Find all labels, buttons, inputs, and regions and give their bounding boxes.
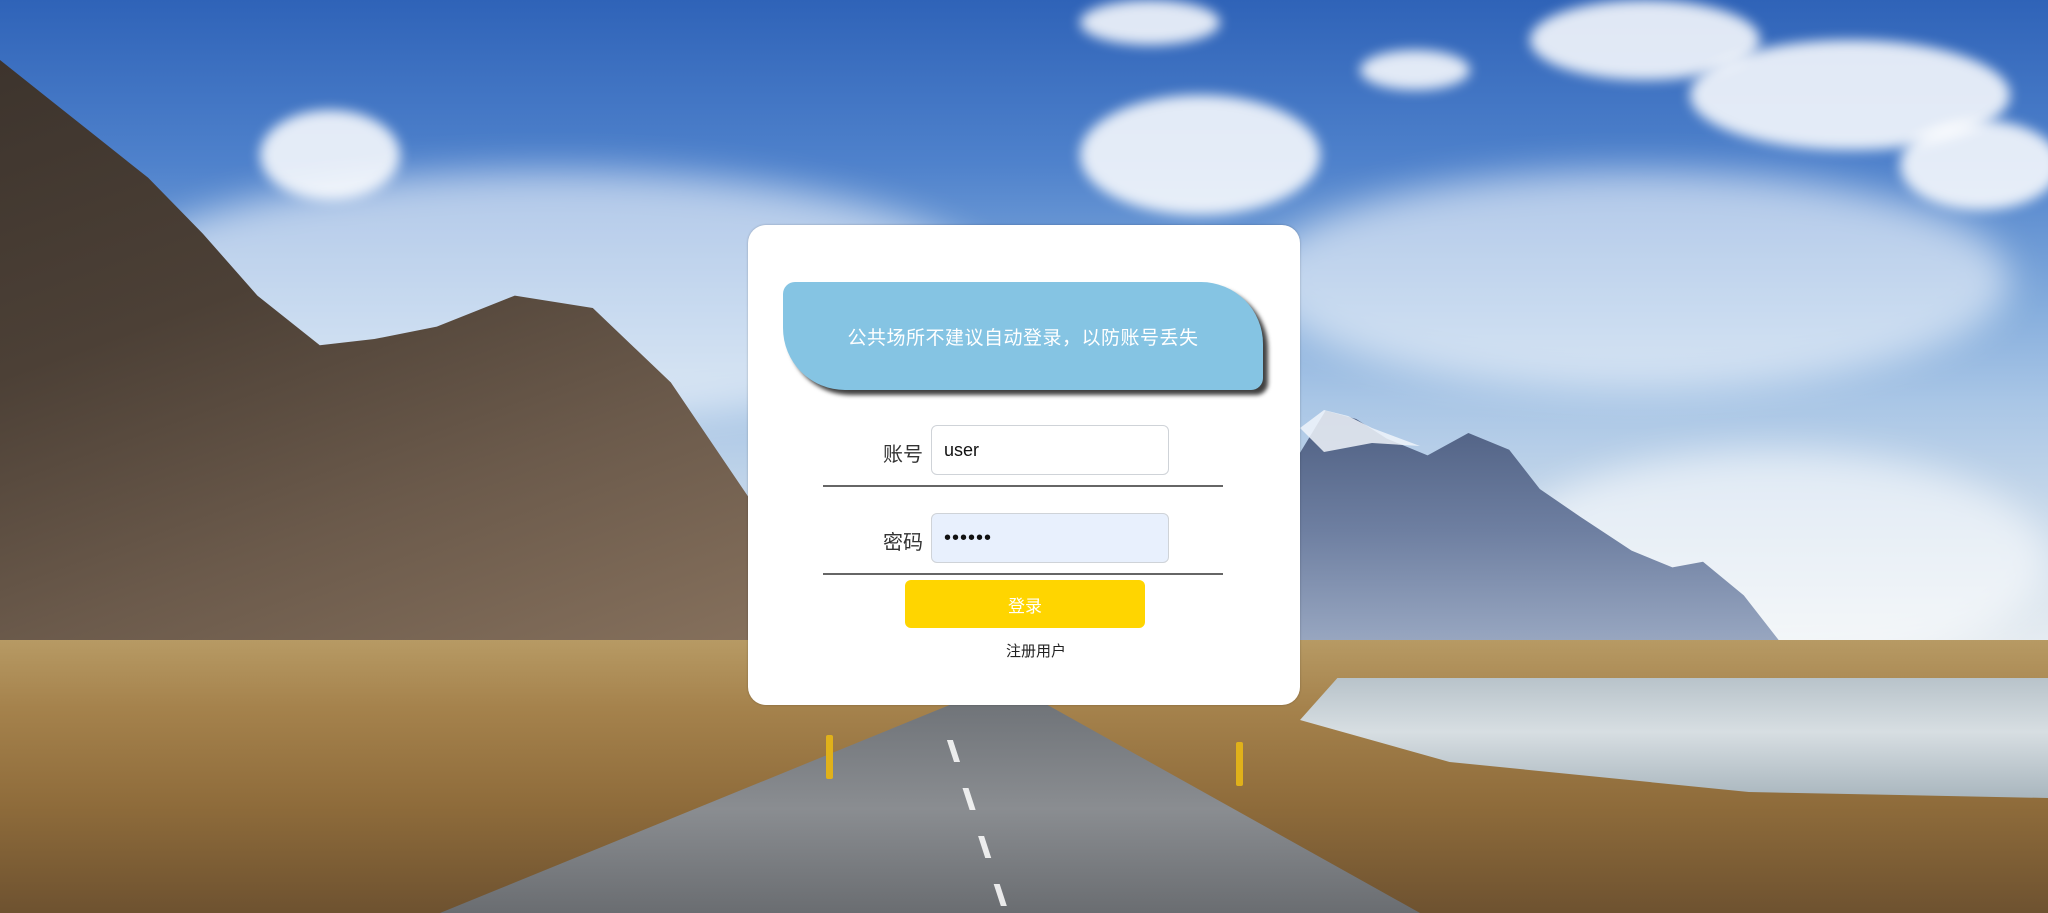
login-card: 公共场所不建议自动登录，以防账号丢失 账号 密码 登录 注册用户: [748, 225, 1300, 705]
password-label: 密码: [883, 530, 923, 554]
password-row: 密码: [823, 503, 1223, 575]
security-notice-banner: 公共场所不建议自动登录，以防账号丢失: [783, 282, 1263, 390]
security-notice-text: 公共场所不建议自动登录，以防账号丢失: [847, 326, 1199, 349]
register-user-link[interactable]: 注册用户: [1006, 640, 1066, 661]
account-input[interactable]: [931, 425, 1169, 475]
login-button[interactable]: 登录: [905, 580, 1145, 628]
account-label: 账号: [883, 442, 923, 466]
account-row: 账号: [823, 415, 1223, 487]
password-input[interactable]: [931, 513, 1169, 563]
